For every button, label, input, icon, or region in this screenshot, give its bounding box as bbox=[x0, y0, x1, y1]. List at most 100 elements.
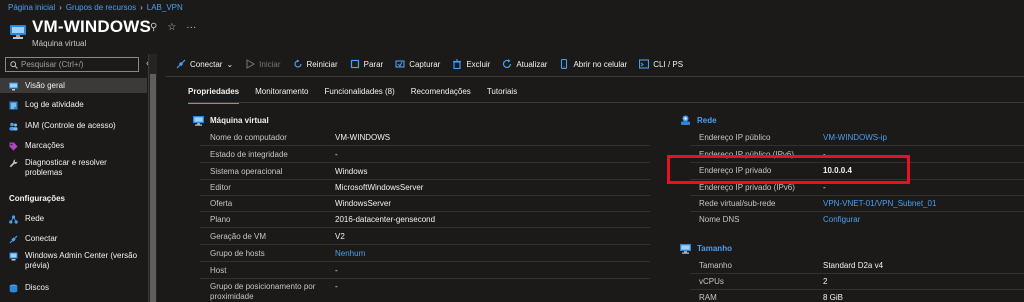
sidebar-item-label: Log de atividade bbox=[25, 100, 84, 109]
start-label: Iniciar bbox=[259, 59, 281, 69]
prop-value-vm-generation: V2 bbox=[335, 232, 345, 241]
stop-button[interactable]: Parar bbox=[350, 59, 383, 69]
cli-ps-button[interactable]: CLI / PS bbox=[639, 59, 683, 69]
monitor-icon bbox=[680, 244, 691, 254]
size-section-header: Tamanho bbox=[680, 243, 732, 254]
prop-value-computer-name: VM-WINDOWS bbox=[335, 133, 391, 142]
prop-label-vcpus: vCPUs bbox=[699, 277, 724, 286]
prop-label-os: Sistema operacional bbox=[210, 167, 283, 176]
breadcrumb-separator: › bbox=[59, 3, 62, 12]
open-mobile-button[interactable]: Abrir no celular bbox=[559, 59, 627, 69]
breadcrumb-resource-groups[interactable]: Grupos de recursos bbox=[66, 3, 136, 12]
page-title: VM-WINDOWS bbox=[32, 17, 152, 36]
prop-label-private-ipv6: Endereço IP privado (IPv6) bbox=[699, 183, 795, 192]
sidebar-item-connect[interactable]: Conectar bbox=[0, 234, 147, 244]
row-divider bbox=[200, 278, 650, 279]
header-actions: ⚲ ☆ ··· bbox=[150, 22, 196, 33]
scrollbar-thumb[interactable] bbox=[150, 74, 156, 302]
sidebar-item-label: IAM (Controle de acesso) bbox=[25, 121, 116, 130]
configure-dns-link[interactable]: Configurar bbox=[823, 215, 860, 224]
more-icon[interactable]: ··· bbox=[186, 22, 196, 33]
row-divider bbox=[690, 145, 1024, 146]
capture-label: Capturar bbox=[409, 59, 441, 69]
sidebar-item-diagnose[interactable]: Diagnosticar e resolver problemas bbox=[0, 158, 147, 178]
sidebar-item-label: Visão geral bbox=[25, 81, 65, 90]
public-ip-link[interactable]: VM-WINDOWS-ip bbox=[823, 133, 887, 142]
sidebar-item-network[interactable]: Rede bbox=[0, 214, 147, 224]
trash-icon bbox=[453, 59, 462, 69]
sidebar-item-tags[interactable]: Marcações bbox=[0, 141, 147, 151]
row-divider bbox=[200, 162, 650, 163]
play-icon bbox=[246, 59, 256, 69]
capture-button[interactable]: Capturar bbox=[395, 59, 440, 69]
breadcrumb-lab-vpn[interactable]: LAB_VPN bbox=[147, 3, 183, 12]
prop-label-host-group: Grupo de hosts bbox=[210, 249, 265, 258]
vnet-subnet-link[interactable]: VPN-VNET-01/VPN_Subnet_01 bbox=[823, 199, 936, 208]
prop-value-proximity-group: - bbox=[335, 282, 338, 291]
restart-button[interactable]: Reiniciar bbox=[293, 59, 338, 69]
sidebar-item-label: Marcações bbox=[25, 141, 65, 150]
pin-icon[interactable]: ⚲ bbox=[150, 22, 157, 33]
sidebar-item-overview[interactable]: Visão geral bbox=[0, 78, 147, 93]
prop-label-publisher: Editor bbox=[210, 183, 231, 192]
sidebar-item-activity-log[interactable]: Log de atividade bbox=[0, 100, 147, 110]
prop-label-public-ip: Endereço IP público bbox=[699, 133, 771, 142]
network-section-title[interactable]: Rede bbox=[697, 116, 717, 125]
search-icon bbox=[10, 60, 18, 69]
cli-ps-label: CLI / PS bbox=[653, 59, 684, 69]
search-placeholder: Pesquisar (Ctrl+/) bbox=[21, 60, 84, 69]
monitor-icon bbox=[9, 82, 18, 91]
delete-button[interactable]: Excluir bbox=[452, 59, 490, 69]
prop-label-host: Host bbox=[210, 266, 227, 275]
plug-icon bbox=[176, 59, 186, 69]
wrench-icon bbox=[9, 159, 18, 168]
row-divider bbox=[200, 261, 650, 262]
row-divider bbox=[200, 179, 650, 180]
sidebar-item-label: Windows Admin Center (versão prévia) bbox=[25, 251, 138, 270]
star-icon[interactable]: ☆ bbox=[167, 22, 176, 33]
start-button[interactable]: Iniciar bbox=[245, 59, 281, 69]
stop-icon bbox=[350, 59, 359, 69]
windows-admin-icon bbox=[9, 252, 18, 261]
row-divider bbox=[200, 227, 650, 228]
sidebar-item-disks[interactable]: Discos bbox=[0, 283, 147, 293]
prop-label-plan: Plano bbox=[210, 215, 231, 224]
connect-button[interactable]: Conectar ⌄ bbox=[176, 59, 233, 69]
sidebar-item-label: Rede bbox=[25, 214, 45, 223]
sidebar-section-configuracoes: Configurações bbox=[9, 194, 66, 203]
delete-label: Excluir bbox=[466, 59, 491, 69]
prop-label-vm-generation: Geração de VM bbox=[210, 232, 267, 241]
prop-label-computer-name: Nome do computador bbox=[210, 133, 287, 142]
breadcrumb-home[interactable]: Página inicial bbox=[8, 3, 55, 12]
breadcrumb-separator: › bbox=[140, 3, 143, 12]
sidebar-item-windows-admin-center[interactable]: Windows Admin Center (versão prévia) bbox=[0, 251, 147, 271]
people-icon bbox=[9, 122, 18, 131]
prop-value-vcpus: 2 bbox=[823, 277, 828, 286]
virtual-machine-icon bbox=[193, 116, 204, 126]
command-bar: Conectar ⌄ Iniciar Reiniciar Parar Captu… bbox=[176, 57, 683, 71]
size-section-title[interactable]: Tamanho bbox=[697, 244, 732, 253]
vm-section-header: Máquina virtual bbox=[193, 115, 269, 126]
prop-label-size: Tamanho bbox=[699, 261, 732, 270]
row-divider bbox=[690, 273, 1024, 274]
sidebar-item-iam[interactable]: IAM (Controle de acesso) bbox=[0, 121, 147, 131]
prop-label-health-state: Estado de integridade bbox=[210, 150, 288, 159]
row-divider bbox=[200, 195, 650, 196]
connect-label: Conectar bbox=[190, 59, 223, 69]
sidebar-item-label: Discos bbox=[25, 283, 50, 292]
search-input[interactable]: Pesquisar (Ctrl+/) bbox=[5, 57, 139, 72]
highlight-annotation bbox=[667, 155, 910, 184]
terminal-icon bbox=[639, 59, 650, 69]
host-group-link[interactable]: Nenhum bbox=[335, 249, 365, 258]
connect-icon bbox=[9, 235, 18, 244]
restart-icon bbox=[293, 59, 302, 68]
prop-value-offer: WindowsServer bbox=[335, 199, 392, 208]
mobile-phone-icon bbox=[561, 59, 568, 69]
sidebar-item-label: Conectar bbox=[25, 234, 58, 243]
refresh-button[interactable]: Atualizar bbox=[502, 59, 547, 69]
row-divider bbox=[690, 289, 1024, 290]
vm-section-title: Máquina virtual bbox=[210, 116, 269, 125]
refresh-label: Atualizar bbox=[516, 59, 548, 69]
disk-icon bbox=[9, 284, 18, 293]
prop-value-health-state: - bbox=[335, 150, 338, 159]
